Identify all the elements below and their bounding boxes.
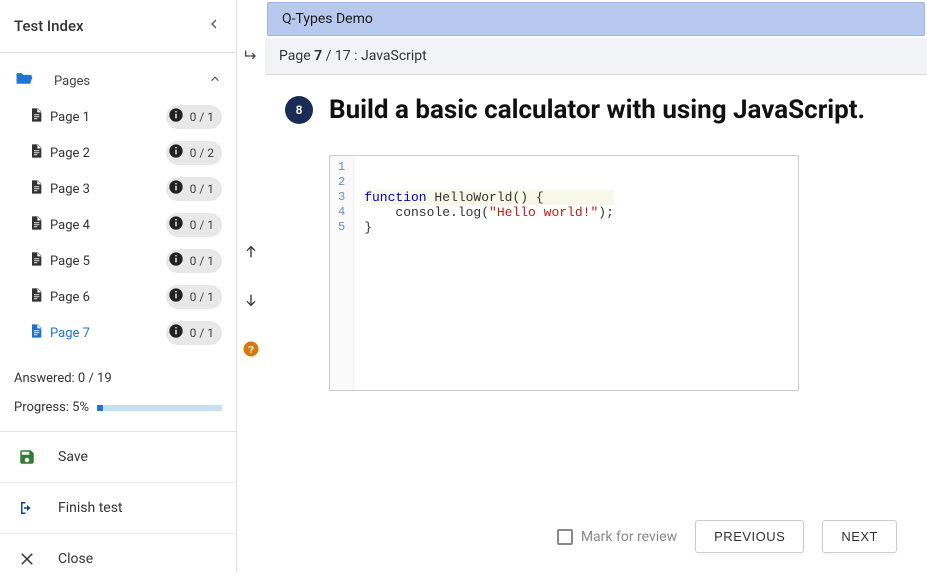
breadcrumb-suffix: / 17 : JavaScript (322, 48, 427, 64)
progress-label: Progress: 5% (14, 400, 89, 415)
sidebar-item-page-4[interactable]: Page 4 0 / 1 (0, 207, 236, 243)
file-icon (28, 143, 44, 163)
badge-text: 0 / 1 (190, 254, 214, 268)
chevron-up-icon (208, 72, 222, 90)
progress-row: Progress: 5% (0, 390, 236, 431)
sidebar-item-page-6[interactable]: Page 6 0 / 1 (0, 279, 236, 315)
pages-group: Pages Page 10 / 1Page 20 / 2Page 30 / 1P… (0, 53, 236, 357)
demo-banner: Q-Types Demo (267, 2, 925, 36)
sidebar-actions: Save Finish test Close (0, 431, 236, 584)
progress-bar (97, 405, 222, 411)
breadcrumb: Page 7 / 17 : JavaScript (265, 38, 927, 75)
badge-text: 0 / 1 (190, 218, 214, 232)
info-icon (168, 143, 184, 163)
info-icon (168, 287, 184, 307)
page-badge: 0 / 1 (166, 213, 222, 237)
progress-fill (97, 405, 103, 411)
prev-question-icon[interactable] (243, 244, 259, 264)
page-label: Page 2 (50, 146, 166, 161)
question-row: 8 Build a basic calculator with using Ja… (285, 95, 897, 125)
sidebar: Test Index Pages Page 10 / 1Page 20 / 2P… (0, 0, 237, 573)
code-editor[interactable]: 12345 function HelloWorld() { console.lo… (329, 155, 799, 391)
sidebar-item-page-1[interactable]: Page 1 0 / 1 (0, 99, 236, 135)
pages-label: Pages (54, 74, 208, 89)
checkbox-icon[interactable] (557, 529, 573, 545)
page-badge: 0 / 1 (166, 105, 222, 129)
svg-text:?: ? (248, 344, 254, 356)
info-icon (168, 215, 184, 235)
file-icon (28, 287, 44, 307)
badge-text: 0 / 1 (190, 182, 214, 196)
file-icon (28, 251, 44, 271)
pages-toggle[interactable]: Pages (0, 63, 236, 99)
sidebar-item-page-3[interactable]: Page 3 0 / 1 (0, 171, 236, 207)
page-label: Page 1 (50, 110, 166, 125)
badge-text: 0 / 1 (190, 290, 214, 304)
sidebar-header: Test Index (0, 0, 236, 53)
sub-arrow-icon (243, 48, 259, 68)
breadcrumb-current: 7 (314, 48, 322, 64)
sidebar-title: Test Index (14, 17, 84, 35)
file-icon (28, 107, 44, 127)
mark-label: Mark for review (581, 529, 677, 545)
page-label: Page 7 (50, 326, 166, 341)
save-label: Save (58, 449, 88, 465)
info-icon (168, 323, 184, 343)
next-button[interactable]: NEXT (822, 520, 897, 553)
main: Q-Types Demo Page 7 / 17 : JavaScript 8 … (265, 0, 927, 573)
save-button[interactable]: Save (0, 432, 236, 483)
next-question-icon[interactable] (243, 292, 259, 312)
page-label: Page 3 (50, 182, 166, 197)
previous-button[interactable]: PREVIOUS (695, 520, 804, 553)
badge-text: 0 / 1 (190, 326, 214, 340)
save-icon (18, 448, 38, 466)
info-icon (168, 179, 184, 199)
badge-text: 0 / 2 (190, 146, 214, 160)
page-badge: 0 / 1 (166, 321, 222, 345)
page-badge: 0 / 1 (166, 285, 222, 309)
close-button[interactable]: Close (0, 534, 236, 584)
question-content: 8 Build a basic calculator with using Ja… (265, 75, 927, 505)
question-number-badge: 8 (285, 96, 313, 124)
exit-icon (18, 499, 38, 517)
page-label: Page 5 (50, 254, 166, 269)
answered-stat: Answered: 0 / 19 (0, 357, 236, 390)
file-icon (28, 179, 44, 199)
finish-label: Finish test (58, 500, 123, 516)
nav-rail: ? (237, 0, 265, 573)
file-icon (28, 215, 44, 235)
question-title: Build a basic calculator with using Java… (329, 95, 865, 125)
page-list: Page 1 0 / 1 Page 2 0 / 2 Page 3 0 / 1 Page 4 0… (0, 99, 236, 351)
folder-open-icon (14, 69, 34, 93)
editor-code[interactable]: function HelloWorld() { console.log("Hel… (354, 156, 624, 390)
footer: Mark for review PREVIOUS NEXT (265, 505, 927, 573)
info-icon (168, 107, 184, 127)
info-icon (168, 251, 184, 271)
help-icon[interactable]: ? (242, 340, 260, 362)
page-label: Page 4 (50, 218, 166, 233)
file-icon (28, 323, 44, 343)
close-label: Close (58, 551, 93, 567)
page-badge: 0 / 1 (166, 177, 222, 201)
sidebar-item-page-5[interactable]: Page 5 0 / 1 (0, 243, 236, 279)
sidebar-item-page-7[interactable]: Page 7 0 / 1 (0, 315, 236, 351)
page-badge: 0 / 2 (166, 141, 222, 165)
finish-test-button[interactable]: Finish test (0, 483, 236, 534)
page-badge: 0 / 1 (166, 249, 222, 273)
sidebar-item-page-2[interactable]: Page 2 0 / 2 (0, 135, 236, 171)
page-label: Page 6 (50, 290, 166, 305)
collapse-sidebar-icon[interactable] (206, 16, 222, 36)
breadcrumb-prefix: Page (279, 48, 314, 64)
close-icon (18, 550, 38, 568)
editor-gutter: 12345 (330, 156, 354, 390)
badge-text: 0 / 1 (190, 110, 214, 124)
mark-for-review[interactable]: Mark for review (557, 529, 677, 545)
